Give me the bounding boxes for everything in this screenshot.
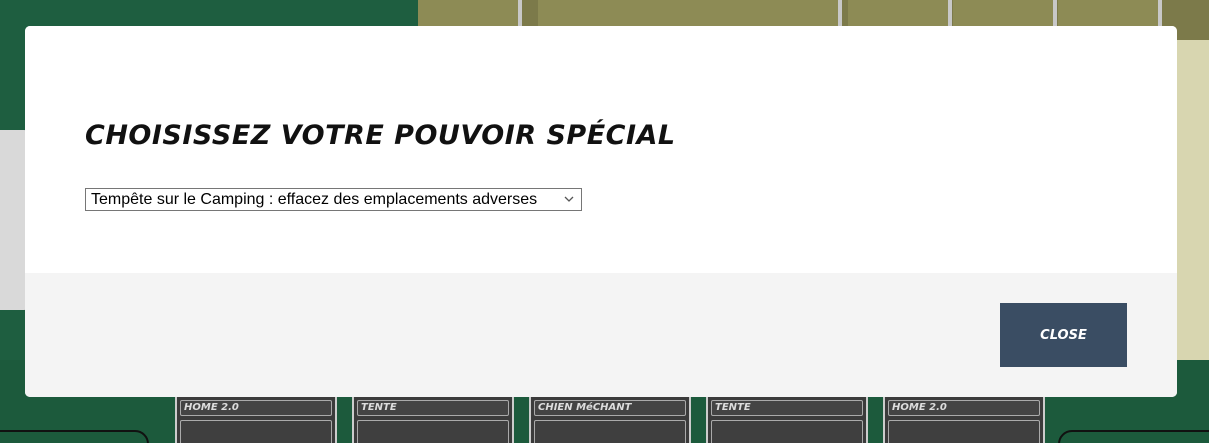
modal-title: Choisissez votre pouvoir spécial (85, 120, 676, 151)
modal-overlay: Choisissez votre pouvoir spécial Tempête… (0, 0, 1209, 443)
modal-footer: Close (25, 273, 1177, 397)
power-select[interactable]: Tempête sur le Camping : effacez des emp… (85, 188, 582, 211)
chevron-down-icon (563, 189, 575, 217)
power-select-value: Tempête sur le Camping : effacez des emp… (91, 191, 538, 208)
close-button[interactable]: Close (1000, 303, 1127, 367)
special-power-modal: Choisissez votre pouvoir spécial Tempête… (25, 26, 1177, 397)
modal-body: Choisissez votre pouvoir spécial Tempête… (25, 26, 1177, 273)
